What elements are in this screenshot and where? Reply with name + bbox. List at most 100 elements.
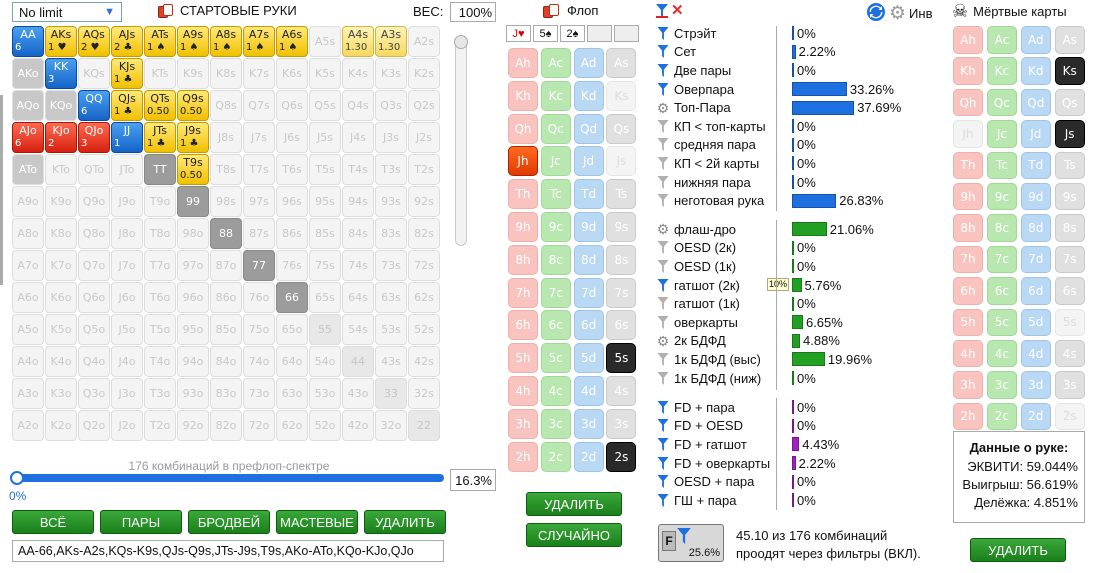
- flop-card-3h[interactable]: 3h: [508, 408, 538, 439]
- hand-cell-T9s[interactable]: T9s 0.50: [177, 154, 209, 185]
- hand-cell-AJs[interactable]: AJs 2 ♣: [111, 26, 143, 57]
- hand-cell-A4o[interactable]: A4o: [12, 346, 44, 377]
- hand-cell-T5s[interactable]: T5s: [309, 154, 341, 185]
- flop-card-9d[interactable]: 9d: [573, 211, 604, 242]
- range-slider-thumb[interactable]: [10, 471, 24, 485]
- hand-cell-T7o[interactable]: T7o: [144, 250, 176, 281]
- dead-card-5c[interactable]: 5c: [986, 308, 1017, 337]
- hand-cell-KJs[interactable]: KJs 1 ♣: [111, 58, 143, 89]
- hand-cell-K6o[interactable]: K6o: [45, 282, 77, 313]
- filter-row[interactable]: FD + OESD 0%: [656, 417, 839, 436]
- dead-card-9s[interactable]: 9s: [1054, 182, 1085, 211]
- clear-filter-icon[interactable]: ✕: [671, 3, 684, 21]
- hand-cell-A4s[interactable]: A4s 1.30: [342, 26, 374, 57]
- hand-cell-Q6o[interactable]: Q6o: [78, 282, 110, 313]
- funnel-inactive-icon[interactable]: [656, 371, 670, 385]
- hand-cell-T8o[interactable]: T8o: [144, 218, 176, 249]
- hand-cell-T5o[interactable]: T5o: [144, 314, 176, 345]
- suited-button[interactable]: МАСТЕВЫЕ: [276, 510, 358, 534]
- hand-cell-K7o[interactable]: K7o: [45, 250, 77, 281]
- hand-cell-JJ[interactable]: JJ 1: [111, 122, 143, 153]
- filter-icon[interactable]: [656, 4, 668, 21]
- flop-card-Js[interactable]: Js: [606, 146, 637, 177]
- flop-card-Qc[interactable]: Qc: [540, 113, 571, 144]
- hand-cell-52o[interactable]: 52o: [309, 410, 341, 441]
- flop-card-8c[interactable]: 8c: [540, 244, 571, 275]
- flop-card-3d[interactable]: 3d: [573, 408, 604, 439]
- dead-card-4s[interactable]: 4s: [1054, 339, 1085, 368]
- hand-cell-52s[interactable]: 52s: [408, 314, 440, 345]
- filter-row[interactable]: оверкарты 6.65%: [656, 313, 874, 332]
- dead-card-Ah[interactable]: Ah: [953, 26, 983, 54]
- hand-cell-97s[interactable]: 97s: [243, 186, 275, 217]
- weight-slider-thumb[interactable]: [454, 35, 468, 49]
- pairs-button[interactable]: ПАРЫ: [100, 510, 182, 534]
- hand-cell-76o[interactable]: 76o: [243, 282, 275, 313]
- hand-cell-44[interactable]: 44: [342, 346, 374, 377]
- hand-cell-J4o[interactable]: J4o: [111, 346, 143, 377]
- dead-card-Jc[interactable]: Jc: [986, 120, 1017, 148]
- hand-cell-55[interactable]: 55: [309, 314, 341, 345]
- dead-card-3h[interactable]: 3h: [953, 371, 983, 399]
- hand-cell-Q7s[interactable]: Q7s: [243, 90, 275, 121]
- gear-icon[interactable]: ⚙: [656, 334, 670, 348]
- hand-cell-Q9o[interactable]: Q9o: [78, 186, 110, 217]
- hand-cell-T3s[interactable]: T3s: [375, 154, 407, 185]
- flop-card-4h[interactable]: 4h: [508, 375, 538, 406]
- flop-card-9h[interactable]: 9h: [508, 211, 538, 242]
- filter-row[interactable]: ⚙ Топ-Пара 37.69%: [656, 98, 902, 117]
- hand-cell-K2s[interactable]: K2s: [408, 58, 440, 89]
- hand-cell-J7s[interactable]: J7s: [243, 122, 275, 153]
- hand-cell-QQ[interactable]: QQ 6: [78, 90, 110, 121]
- funnel-inactive-icon[interactable]: [656, 315, 670, 329]
- hand-cell-QJs[interactable]: QJs 1 ♣: [111, 90, 143, 121]
- hand-cell-T3o[interactable]: T3o: [144, 378, 176, 409]
- all-button[interactable]: ВСЁ: [12, 510, 94, 534]
- hand-cell-A3s[interactable]: A3s 1.30: [375, 26, 407, 57]
- filter-row[interactable]: Две пары 0%: [656, 61, 901, 80]
- dead-card-Th[interactable]: Th: [953, 151, 983, 180]
- hand-cell-98o[interactable]: 98o: [177, 218, 209, 249]
- hand-cell-KQs[interactable]: KQs: [78, 58, 110, 89]
- hand-cell-T9o[interactable]: T9o: [144, 186, 176, 217]
- dead-card-Jh[interactable]: Jh: [953, 120, 983, 148]
- hand-cell-J9s[interactable]: J9s 1 ♣: [177, 122, 209, 153]
- flop-card-Kc[interactable]: Kc: [540, 80, 571, 111]
- flop-card-2d[interactable]: 2d: [573, 441, 604, 472]
- hand-cell-83o[interactable]: 83o: [210, 378, 242, 409]
- hand-cell-73s[interactable]: 73s: [375, 250, 407, 281]
- funnel-icon[interactable]: [656, 475, 670, 489]
- dead-card-3c[interactable]: 3c: [986, 371, 1017, 399]
- hand-cell-T2o[interactable]: T2o: [144, 410, 176, 441]
- funnel-inactive-icon[interactable]: [656, 119, 670, 133]
- hand-cell-K3s[interactable]: K3s: [375, 58, 407, 89]
- hand-cell-Q6s[interactable]: Q6s: [276, 90, 308, 121]
- hand-cell-96o[interactable]: 96o: [177, 282, 209, 313]
- dead-card-5h[interactable]: 5h: [953, 308, 983, 337]
- hand-cell-A2o[interactable]: A2o: [12, 410, 44, 441]
- hand-cell-Q4s[interactable]: Q4s: [342, 90, 374, 121]
- funnel-inactive-icon[interactable]: [656, 175, 670, 189]
- hand-cell-99[interactable]: 99: [177, 186, 209, 217]
- hand-cell-K6s[interactable]: K6s: [276, 58, 308, 89]
- funnel-icon[interactable]: [656, 437, 670, 451]
- range-text-field[interactable]: AA-66,AKs-A2s,KQs-K9s,QJs-Q9s,JTs-J9s,T9…: [12, 540, 444, 562]
- flop-slot-4[interactable]: [587, 25, 612, 42]
- hand-cell-AKo[interactable]: AKo: [12, 58, 44, 89]
- hand-cell-74s[interactable]: 74s: [342, 250, 374, 281]
- hand-cell-94s[interactable]: 94s: [342, 186, 374, 217]
- dead-card-Kc[interactable]: Kc: [986, 57, 1017, 85]
- hand-cell-K9o[interactable]: K9o: [45, 186, 77, 217]
- hand-cell-63s[interactable]: 63s: [375, 282, 407, 313]
- hand-cell-Q7o[interactable]: Q7o: [78, 250, 110, 281]
- dead-card-6h[interactable]: 6h: [953, 277, 983, 305]
- hand-cell-Q5o[interactable]: Q5o: [78, 314, 110, 345]
- hand-cell-T8s[interactable]: T8s: [210, 154, 242, 185]
- hand-cell-AJo[interactable]: AJo 6: [12, 122, 44, 153]
- hand-cell-85s[interactable]: 85s: [309, 218, 341, 249]
- delete-range-button[interactable]: УДАЛИТЬ: [364, 510, 446, 534]
- hand-cell-A2s[interactable]: A2s: [408, 26, 440, 57]
- dead-card-Kh[interactable]: Kh: [953, 57, 983, 85]
- funnel-inactive-icon[interactable]: [656, 259, 670, 273]
- broadway-button[interactable]: БРОДВЕЙ: [188, 510, 270, 534]
